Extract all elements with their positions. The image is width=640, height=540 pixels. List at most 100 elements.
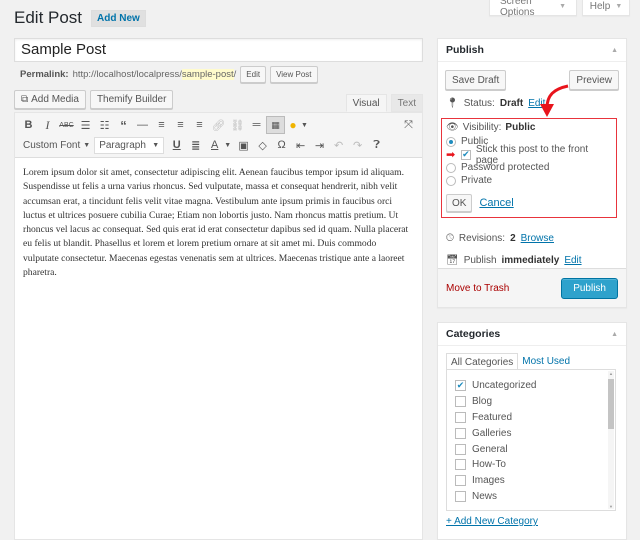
editor-toolbar: B I ABC ☰ ☷ “ — ≡ ≡ ≡ 🔗︎ ⛓ ═ ▦ ● ▼ ⤧ Cus… — [15, 113, 422, 158]
scroll-down-icon[interactable]: ▼ — [608, 504, 614, 509]
blockquote-icon[interactable]: “ — [114, 116, 133, 134]
tab-text[interactable]: Text — [390, 94, 423, 112]
visibility-header: 👁︎ Visibility: Public — [446, 122, 612, 133]
emoji-icon[interactable]: ● — [285, 116, 301, 134]
text-color-icon[interactable]: A — [205, 136, 224, 154]
category-label: Blog — [472, 396, 493, 408]
special-character-icon[interactable]: Ω — [272, 136, 291, 154]
sticky-option[interactable]: ➡ ✔ Stick this post to the front page — [446, 144, 612, 166]
editor-content[interactable]: Lorem ipsum dolor sit amet, consectetur … — [15, 158, 422, 288]
visibility-option-private[interactable]: Private — [446, 174, 612, 187]
save-draft-button[interactable]: Save Draft — [445, 70, 507, 90]
redo-icon[interactable]: ↷ — [348, 136, 367, 154]
bold-icon[interactable]: B — [19, 116, 38, 134]
edit-permalink-button[interactable]: Edit — [240, 66, 267, 83]
category-item[interactable]: Featured — [455, 410, 607, 426]
undo-icon[interactable]: ↶ — [329, 136, 348, 154]
fullscreen-icon[interactable]: ⤧ — [399, 116, 418, 134]
preview-button[interactable]: Preview — [569, 70, 619, 90]
category-checkbox[interactable] — [455, 490, 466, 502]
strikethrough-icon[interactable]: ABC — [57, 116, 76, 134]
help-icon[interactable]: ❓︎ — [367, 136, 386, 154]
visibility-panel: 👁︎ Visibility: Public Public ➡ ✔ Stick t… — [441, 118, 617, 218]
category-scrollbar[interactable]: ▲ ▼ — [608, 371, 614, 509]
scrollbar-thumb[interactable] — [608, 379, 614, 429]
permalink-slug: sample-post — [181, 69, 234, 80]
collapse-arrow-icon[interactable]: ▲ — [611, 331, 618, 338]
move-to-trash-link[interactable]: Move to Trash — [446, 283, 509, 294]
post-title-input[interactable]: Sample Post — [14, 38, 423, 62]
category-checkbox[interactable] — [455, 427, 466, 439]
text-color-dropdown-icon[interactable]: ▼ — [224, 142, 231, 149]
align-center-icon[interactable]: ≡ — [171, 116, 190, 134]
category-item[interactable]: How-To — [455, 457, 607, 473]
clear-formatting-icon[interactable]: ◇ — [253, 136, 272, 154]
radio-private[interactable] — [446, 175, 456, 186]
indent-icon[interactable]: ⇥ — [310, 136, 329, 154]
category-checkbox[interactable]: ✔ — [455, 380, 466, 392]
horizontal-rule-icon[interactable]: — — [133, 116, 152, 134]
cancel-link[interactable]: Cancel — [479, 197, 513, 209]
paragraph-select[interactable]: Paragraph ▼ — [94, 136, 165, 154]
category-item[interactable]: News — [455, 489, 607, 505]
post-editor: B I ABC ☰ ☷ “ — ≡ ≡ ≡ 🔗︎ ⛓ ═ ▦ ● ▼ ⤧ Cus… — [14, 112, 423, 540]
publish-box-header[interactable]: Publish ▲ — [438, 39, 626, 62]
outdent-icon[interactable]: ⇤ — [291, 136, 310, 154]
italic-icon[interactable]: I — [38, 116, 57, 134]
toolbar-toggle-icon[interactable]: ▦ — [266, 116, 285, 134]
numbered-list-icon[interactable]: ☷ — [95, 116, 114, 134]
radio-password[interactable] — [446, 162, 456, 173]
category-checkbox[interactable] — [455, 396, 466, 408]
annotation-arrow-icon — [540, 84, 569, 117]
category-item[interactable]: ✔ Uncategorized — [455, 378, 607, 394]
caret-down-icon: ▼ — [615, 3, 623, 10]
unlink-icon[interactable]: ⛓ — [228, 116, 247, 134]
categories-header[interactable]: Categories ▲ — [438, 323, 626, 346]
view-post-button[interactable]: View Post — [270, 66, 318, 83]
align-right-icon[interactable]: ≡ — [190, 116, 209, 134]
category-checkbox[interactable] — [455, 411, 466, 423]
help-button[interactable]: Help ▼ — [582, 0, 630, 16]
read-more-icon[interactable]: ═ — [247, 116, 266, 134]
publish-time-edit-link[interactable]: Edit — [564, 255, 581, 266]
screen-options-button[interactable]: Screen Options ▼ — [489, 0, 577, 18]
themify-builder-button[interactable]: Themify Builder — [89, 90, 174, 109]
publish-footer: Move to Trash Publish — [438, 268, 626, 307]
add-media-button[interactable]: ⧉ Add Media — [14, 90, 86, 109]
categories-title: Categories — [446, 328, 501, 340]
page-title: Edit Post — [14, 8, 83, 27]
category-label: News — [472, 490, 498, 502]
scroll-up-icon[interactable]: ▲ — [608, 371, 614, 376]
emoji-dropdown-icon[interactable]: ▼ — [301, 122, 308, 129]
radio-public[interactable] — [446, 136, 456, 147]
bullet-list-icon[interactable]: ☰ — [76, 116, 95, 134]
publish-button[interactable]: Publish — [561, 277, 618, 299]
paste-text-icon[interactable]: ▣ — [234, 136, 253, 154]
collapse-arrow-icon[interactable]: ▲ — [611, 47, 618, 54]
category-item[interactable]: Blog — [455, 394, 607, 410]
publish-time-row: 📅︎ Publish immediately Edit — [446, 255, 582, 266]
tab-all-categories[interactable]: All Categories — [446, 353, 519, 370]
add-new-category-link[interactable]: + Add New Category — [446, 516, 538, 527]
category-item[interactable]: General — [455, 441, 607, 457]
add-new-button[interactable]: Add New — [91, 9, 146, 27]
ok-button[interactable]: OK — [446, 194, 473, 212]
permalink-url[interactable]: http://localhost/localpress/sample-post/ — [73, 69, 236, 80]
link-icon[interactable]: 🔗︎ — [209, 116, 228, 134]
justify-icon[interactable]: ≣ — [186, 136, 205, 154]
sticky-checkbox[interactable]: ✔ — [460, 149, 471, 160]
category-item[interactable]: Galleries — [455, 425, 607, 441]
category-item[interactable]: Images — [455, 473, 607, 489]
tab-most-used[interactable]: Most Used — [518, 353, 574, 370]
category-checkbox[interactable] — [455, 443, 466, 455]
category-checkbox[interactable] — [455, 459, 466, 471]
revisions-label: Revisions: — [458, 233, 506, 244]
custom-font-select[interactable]: Custom Font ▼ — [19, 137, 94, 154]
align-left-icon[interactable]: ≡ — [152, 116, 171, 134]
revisions-row: 🕓︎ Revisions: 2 Browse — [446, 233, 554, 244]
category-checkbox[interactable] — [455, 475, 466, 487]
underline-icon[interactable]: U — [167, 136, 186, 154]
tab-visual[interactable]: Visual — [345, 94, 387, 112]
visibility-option-label: Private — [461, 175, 493, 186]
browse-revisions-link[interactable]: Browse — [521, 233, 554, 244]
